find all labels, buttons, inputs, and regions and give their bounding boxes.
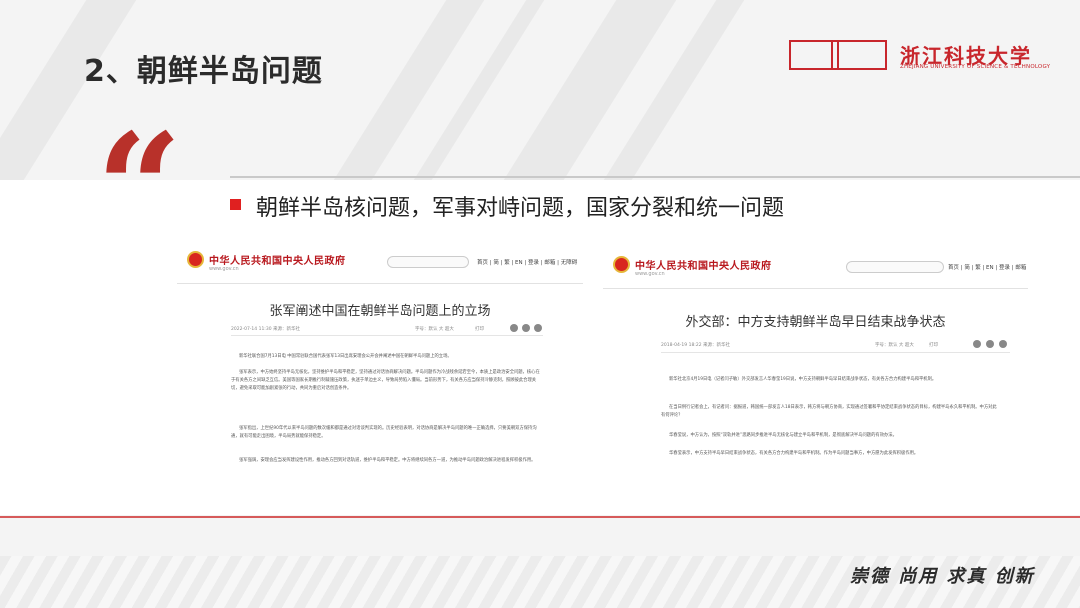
share-wechat-icon[interactable] [510, 324, 518, 332]
share-weibo-icon[interactable] [522, 324, 530, 332]
site-nav[interactable]: 首页 | 简 | 繁 | EN | 登录 | 邮箱 | 无障碍 [948, 263, 1028, 271]
national-emblem-icon [187, 251, 204, 268]
news-screenshot-right: 中华人民共和国中央人民政府 www.gov.cn 首页 | 简 | 繁 | EN… [603, 248, 1028, 485]
article-title: 张军阐述中国在朝鲜半岛问题上的立场 [269, 304, 491, 319]
bg-stripe-3 [503, 0, 677, 180]
bg-stripe-1 [333, 0, 485, 180]
font-size-selector[interactable]: 字号：默认 大 超大 [875, 342, 914, 348]
article-paragraph: 华春莹表示，中方支持半岛早日结束战争状态，有关各方合力构建半岛和平机制。作为半岛… [669, 451, 919, 456]
share-wechat-icon[interactable] [973, 340, 981, 348]
article-title: 外交部：中方支持朝鲜半岛早日结束战争状态 [685, 315, 946, 330]
article-paragraph: 在当日例行记者会上，有记者问：据报道，韩国统一部发言人18日表示，韩方将与朝方协… [661, 405, 997, 418]
accent-line [0, 516, 1080, 518]
search-input[interactable] [387, 256, 469, 268]
gov-site-header: 中华人民共和国中央人民政府 www.gov.cn 首页 | 简 | 繁 | EN… [177, 243, 583, 284]
print-link[interactable]: 打印 [929, 342, 938, 348]
national-emblem-icon [613, 256, 630, 273]
gov-site-name: 中华人民共和国中央人民政府 [635, 261, 772, 272]
share-qzone-icon[interactable] [999, 340, 1007, 348]
share-weibo-icon[interactable] [986, 340, 994, 348]
article-paragraph: 张军指出，上世纪90年代以来半岛问题的数次缓和都是通过对话谈判实现的。历史经验表… [231, 426, 537, 439]
search-input[interactable] [846, 261, 944, 273]
quote-mark-icon: “ [96, 101, 183, 277]
print-link[interactable]: 打印 [475, 326, 484, 332]
news-screenshot-left: 中华人民共和国中央人民政府 www.gov.cn 首页 | 简 | 繁 | EN… [177, 243, 583, 505]
gov-site-url: www.gov.cn [209, 266, 239, 272]
share-qzone-icon[interactable] [534, 324, 542, 332]
article-paragraph: 新华社联合国7月13日电 中国常驻联合国代表张军13日出席安理会公开会并阐述中国… [239, 354, 452, 359]
gov-site-url: www.gov.cn [635, 271, 665, 277]
meta-divider [231, 335, 543, 336]
university-logo-mark [789, 40, 887, 70]
article-date-source: 2022-07-14 11:30 来源：新华社 [231, 327, 300, 332]
site-nav[interactable]: 首页 | 简 | 繁 | EN | 登录 | 邮箱 | 无障碍 [477, 258, 577, 266]
article-paragraph: 张军表示，中方始终坚持半岛无核化，坚持维护半岛和平稳定，坚持通过对话协商解决问题… [231, 370, 540, 391]
slide-title: 2、朝鲜半岛问题 [84, 54, 323, 89]
gov-site-name: 中华人民共和国中央人民政府 [209, 256, 346, 267]
font-size-selector[interactable]: 字号：默认 大 超大 [415, 326, 454, 332]
gov-site-header: 中华人民共和国中央人民政府 www.gov.cn 首页 | 简 | 繁 | EN… [603, 248, 1028, 289]
meta-divider [661, 352, 1010, 353]
headline-text: 朝鲜半岛核问题，军事对峙问题，国家分裂和统一问题 [256, 196, 785, 221]
university-motto: 崇德 尚用 求真 创新 [850, 566, 1035, 587]
article-paragraph: 新华社北京4月19日电（记者闫子敏）外交部发言人华春莹19日说，中方支持朝鲜半岛… [669, 377, 937, 382]
university-logo-subtitle: ZHEJIANG UNIVERSITY OF SCIENCE & TECHNOL… [900, 64, 1051, 70]
article-paragraph: 华春莹说，中方认为，按照“双轨并进”思路同步推进半岛无核化与建立半岛和平机制，是… [669, 433, 897, 438]
article-paragraph: 张军强调，安理会应当发挥建设性作用，推动各方回到对话轨道，维护半岛和平稳定。中方… [239, 458, 536, 463]
divider-line [230, 176, 1080, 178]
article-date-source: 2018-04-19 18:22 来源：新华社 [661, 343, 730, 348]
bullet-square-icon [230, 199, 241, 210]
